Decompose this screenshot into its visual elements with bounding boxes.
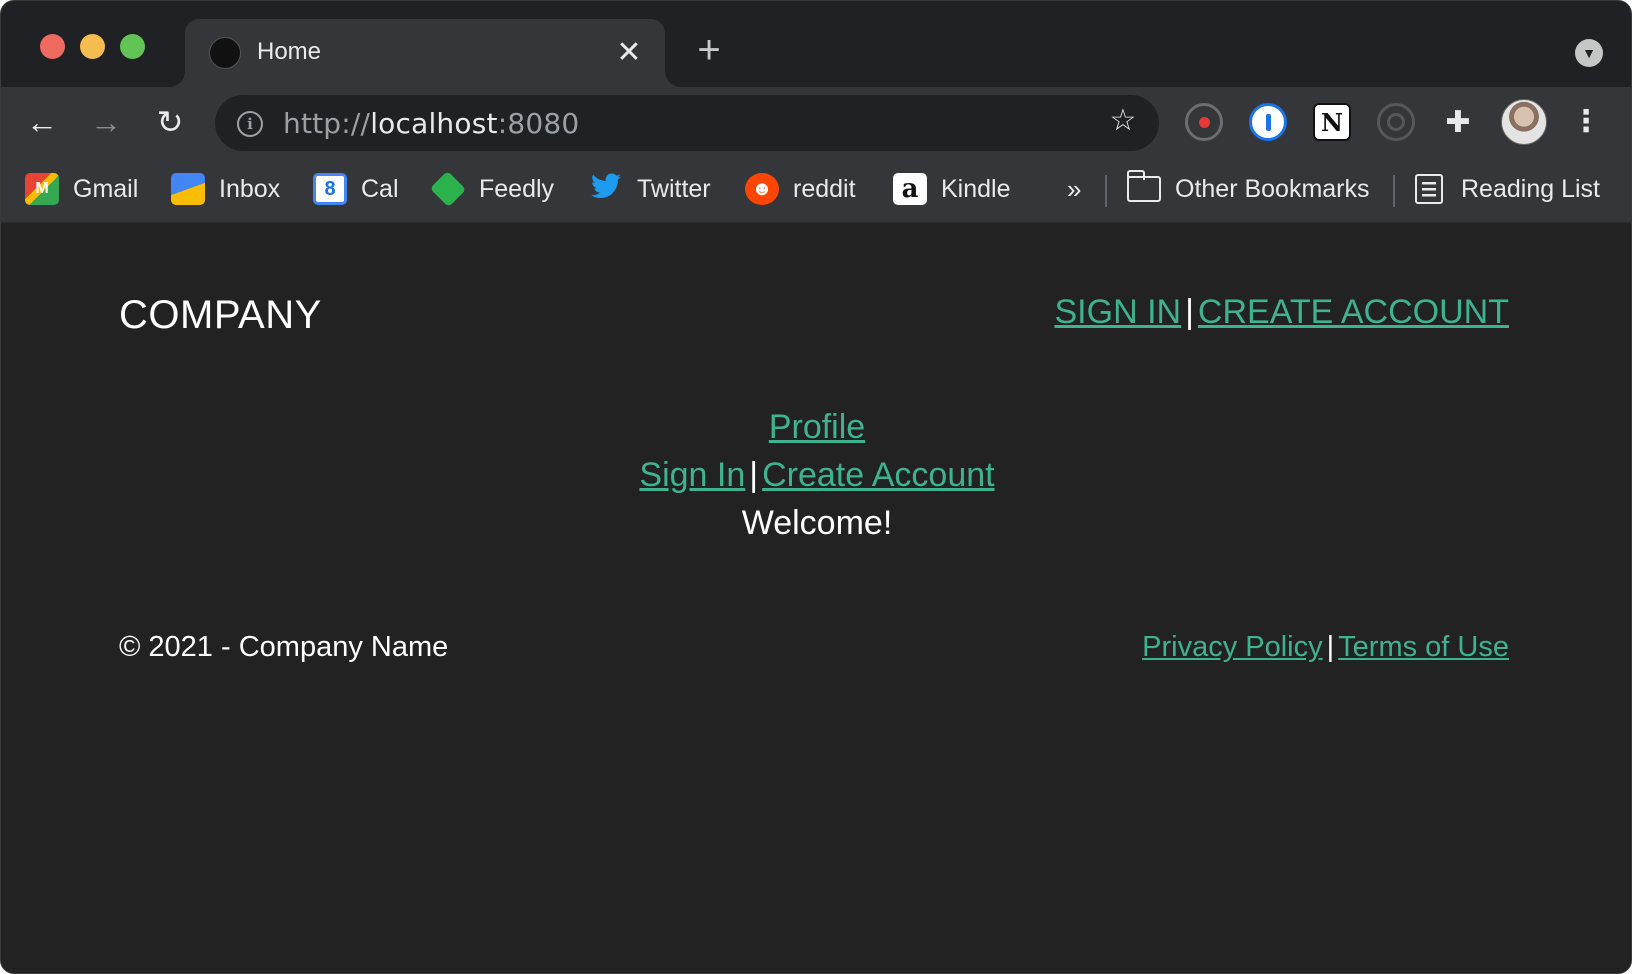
header-create-account-link[interactable]: CREATE ACCOUNT — [1198, 293, 1509, 331]
reading-list-button[interactable]: Reading List — [1415, 171, 1600, 207]
footer-links: Privacy Policy | Terms of Use — [1142, 631, 1509, 664]
bookmarks-divider — [1393, 175, 1395, 207]
other-bookmarks-label: Other Bookmarks — [1175, 174, 1370, 203]
screen-recorder-extension-icon[interactable] — [1185, 103, 1223, 141]
bookmark-reddit[interactable]: ☻ reddit — [745, 171, 856, 207]
reading-list-icon — [1415, 174, 1443, 204]
bookmark-inbox[interactable]: Inbox — [171, 171, 280, 207]
new-tab-button[interactable]: + — [691, 30, 727, 70]
brand-logo-text: COMPANY — [119, 293, 322, 337]
close-tab-icon[interactable]: ✕ — [613, 37, 645, 69]
browser-toolbar: ← → ↻ i http://localhost:8080 ☆ N ✚ ⋮ — [1, 87, 1631, 157]
header-sign-in-link[interactable]: SIGN IN — [1055, 293, 1182, 331]
sync-extension-icon[interactable] — [1377, 103, 1415, 141]
tab-title: Home — [257, 38, 322, 65]
browser-window: Home ✕ + ▼ ← → ↻ i http://localhost:8080… — [0, 0, 1632, 974]
terms-of-use-link[interactable]: Terms of Use — [1338, 631, 1509, 663]
sign-in-link[interactable]: Sign In — [639, 456, 745, 494]
password-manager-extension-icon[interactable] — [1249, 103, 1287, 141]
reading-list-label: Reading List — [1461, 174, 1600, 203]
bookmark-label: Gmail — [73, 174, 139, 203]
inbox-icon — [171, 173, 205, 205]
bookmarks-divider — [1105, 175, 1107, 207]
bookmark-label: Cal — [361, 174, 399, 203]
calendar-icon: 8 — [313, 173, 347, 205]
bookmark-label: reddit — [793, 174, 856, 203]
profile-avatar[interactable] — [1501, 99, 1547, 145]
folder-icon — [1126, 170, 1161, 202]
welcome-message: Welcome! — [741, 504, 893, 542]
create-account-link[interactable]: Create Account — [762, 456, 994, 494]
page-content: COMPANY SIGN IN | CREATE ACCOUNT Profile S… — [1, 223, 1631, 973]
more-bookmarks-button[interactable]: » — [1067, 171, 1081, 207]
site-favicon-icon — [209, 37, 241, 69]
gmail-icon: M — [25, 173, 59, 205]
back-button[interactable]: ← — [23, 103, 61, 141]
privacy-policy-link[interactable]: Privacy Policy — [1142, 631, 1323, 663]
bookmark-label: Inbox — [219, 174, 281, 203]
url-text[interactable]: http://localhost:8080 — [283, 107, 579, 140]
tab-search-icon[interactable]: ▼ — [1575, 39, 1603, 67]
notion-extension-icon[interactable]: N — [1313, 103, 1351, 141]
reload-button[interactable]: ↻ — [151, 103, 189, 141]
bookmark-feedly[interactable]: Feedly — [429, 170, 555, 208]
footer-copyright: © 2021 - Company Name — [119, 631, 449, 663]
extensions-puzzle-icon[interactable]: ✚ — [1439, 103, 1477, 141]
close-window-button[interactable] — [40, 34, 65, 59]
bookmark-kindle[interactable]: a Kindle — [893, 171, 1011, 207]
profile-link[interactable]: Profile — [769, 408, 865, 446]
tab-home[interactable]: Home ✕ — [169, 19, 681, 87]
kindle-icon: a — [893, 173, 927, 205]
bookmark-label: Feedly — [479, 174, 555, 203]
browser-menu-icon[interactable]: ⋮ — [1571, 103, 1601, 141]
site-info-icon[interactable]: i — [237, 111, 263, 137]
link-separator: | — [1326, 631, 1335, 663]
address-bar[interactable]: i http://localhost:8080 ☆ — [215, 95, 1159, 151]
bookmark-cal[interactable]: 8 Cal — [313, 171, 399, 207]
twitter-icon — [589, 173, 623, 205]
other-bookmarks-folder[interactable]: Other Bookmarks — [1126, 170, 1370, 207]
feedly-icon — [429, 170, 467, 208]
bookmark-label: Kindle — [941, 174, 1011, 203]
bookmark-twitter[interactable]: Twitter — [589, 171, 711, 207]
reddit-icon: ☻ — [745, 173, 779, 205]
header-auth-links: SIGN IN | CREATE ACCOUNT — [1055, 293, 1510, 332]
forward-button[interactable]: → — [87, 103, 125, 141]
main-content: Profile Sign In | Create Account Welcome! — [1, 403, 1631, 547]
tab-strip: Home ✕ + ▼ — [1, 1, 1631, 87]
bookmark-label: Twitter — [637, 174, 711, 203]
minimize-window-button[interactable] — [80, 34, 105, 59]
link-separator: | — [749, 456, 759, 494]
zoom-window-button[interactable] — [120, 34, 145, 59]
bookmarks-bar: M Gmail Inbox 8 Cal Feedly Twitter ☻ red… — [1, 157, 1631, 223]
bookmark-gmail[interactable]: M Gmail — [25, 171, 138, 207]
link-separator: | — [1185, 293, 1194, 331]
bookmark-star-icon[interactable]: ☆ — [1107, 105, 1139, 137]
